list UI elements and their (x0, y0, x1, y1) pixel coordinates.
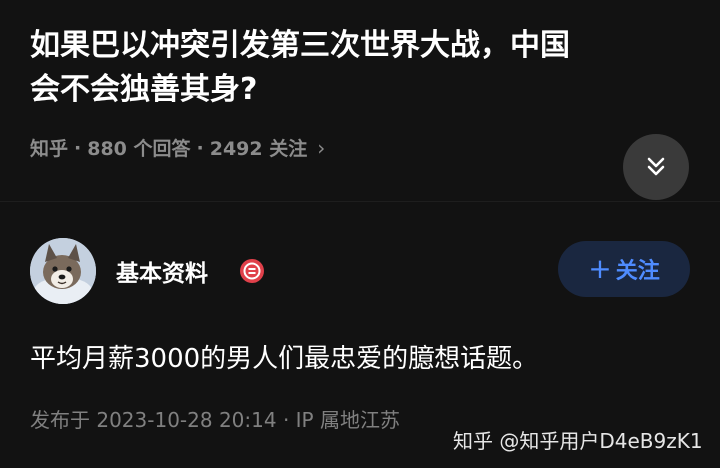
question-header: 如果巴以冲突引发第三次世界大战，中国 会不会独善其身? 知乎 · 880 个回答… (30, 0, 690, 200)
dog-avatar-icon (30, 238, 96, 304)
follow-label: 关注 (615, 259, 660, 284)
plus-icon: + (588, 252, 612, 285)
double-chevron-down-icon (647, 157, 665, 176)
answer-content[interactable]: 平均月薪3000的男人们最忠爱的臆想话题。 (30, 339, 690, 379)
author-name[interactable]: 基本资料 (116, 254, 208, 288)
chevron-right-icon: › (317, 135, 326, 160)
follow-button[interactable]: + 关注 (558, 241, 690, 297)
answers-count: 880 个回答 (87, 138, 191, 160)
watermark: 知乎 @知乎用户D4eB9zK1 (453, 429, 703, 453)
question-title[interactable]: 如果巴以冲突引发第三次世界大战，中国 会不会独善其身? (30, 24, 690, 112)
expand-button[interactable] (623, 134, 689, 200)
avatar[interactable] (30, 238, 96, 304)
section-divider (0, 201, 720, 202)
question-meta[interactable]: 知乎 · 880 个回答 · 2492 关注 › (30, 134, 325, 161)
followers-count: 2492 关注 (209, 138, 308, 160)
meta-separator: · (196, 136, 204, 159)
author-row: 基本资料 + 关注 (30, 238, 690, 304)
source-label: 知乎 (30, 138, 69, 160)
answer-publish-info: 发布于 2023-10-28 20:14 · IP 属地江苏 (30, 408, 400, 432)
certified-badge-icon (239, 258, 265, 284)
meta-separator: · (74, 136, 82, 159)
